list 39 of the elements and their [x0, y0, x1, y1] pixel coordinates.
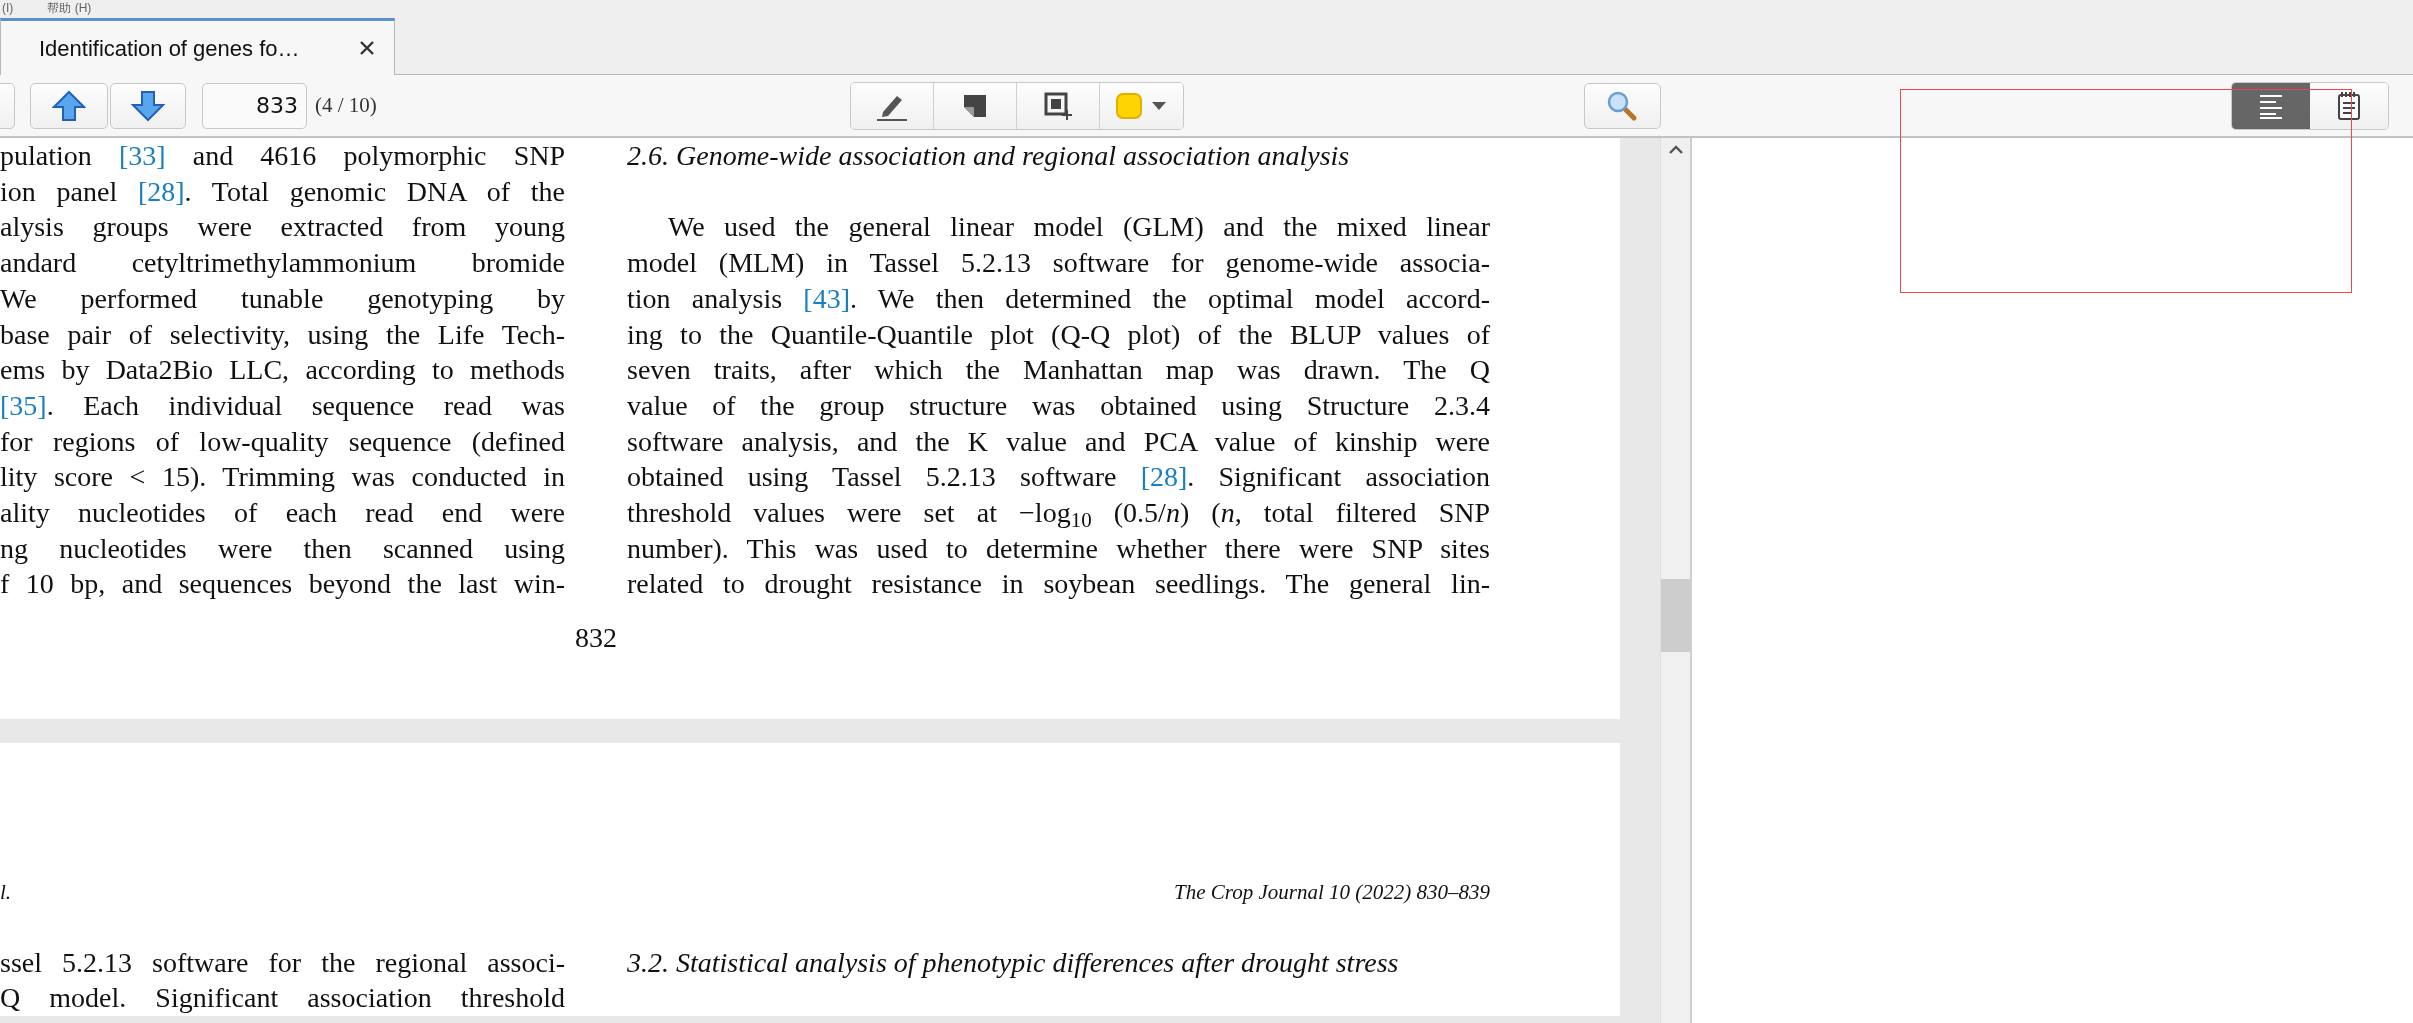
- note-icon: [961, 92, 988, 119]
- menu-item[interactable]: 帮助 (H): [47, 0, 92, 16]
- section-heading: 3.2. Statistical analysis of phenotypic differences after drought stress: [627, 945, 1400, 980]
- paragraph: We used the general linear model (GLM) and the mixed linear model (MLM) in Tassel 5.2.13 software for genome-wide associa- tion analysis [43]. We then determined the optimal model accord- ing to the Quantile-Quantile plot (Q-Q plot) of the BLUP values of seven traits, after which the Manhattan map was drawn. The Q value of the group structure was obtained using Structure 2.3.4 software analysis, and the K value and PCA value of kinship were obtained using Tassel 5.2.13 software [28]. Significant association threshold values were set at −log$_{10}$ (0.5/n) (n, total filtered SNP number). This was used to determine whether there were SNP sites related to drought resistance in soybean seedlings. The general lin-: [627, 210, 1490, 602]
- citation-link[interactable]: [28]: [1140, 461, 1188, 493]
- color-swatch-icon: [1115, 91, 1144, 120]
- scrollbar-thumb[interactable]: [1661, 579, 1690, 652]
- highlight-button[interactable]: [850, 82, 934, 129]
- previous-page-button[interactable]: [30, 82, 108, 129]
- note-button[interactable]: [933, 82, 1017, 129]
- scroll-up-icon[interactable]: [1667, 144, 1684, 154]
- view-mode-button[interactable]: [2309, 82, 2388, 129]
- close-icon[interactable]: [358, 39, 376, 57]
- paragraph: pulation [33] and 4616 polymorphic SNP ion panel [28]. Total genomic DNA of the alysis groups were extracted from young andard cetyltrimethylammonium bromide We performed tunable genotyping by base pair of selectivity, using the Life Tech- ems by Data2Bio LLC, according to methods [35]. Each individual sequence read was for regions of low-quality sequence (defined lity score < 15). Trimming was conducted in ality nucleotides of each read end were ng nucleotides were then scanned using f 10 bp, and sequences beyond the last win-: [0, 139, 565, 602]
- area-button[interactable]: [1016, 82, 1100, 129]
- section-heading: 2.6. Genome-wide association and regional association analysis: [627, 139, 1351, 173]
- tab-title: Identification of genes fo…: [39, 34, 300, 63]
- search-button[interactable]: [1583, 82, 1661, 129]
- caret-icon: [1151, 100, 1168, 111]
- journal-header: The Crop Journal 10 (2022) 830–839: [1174, 878, 1490, 906]
- up-arrow-icon: [52, 89, 86, 122]
- document-tab[interactable]: Identification of genes fo…: [0, 18, 395, 75]
- citation-link[interactable]: [28]: [137, 175, 185, 207]
- page-number: 832: [575, 622, 617, 654]
- next-page-button[interactable]: [110, 82, 186, 129]
- page-count: (4 / 10): [315, 91, 377, 119]
- citation-link[interactable]: [35]: [0, 389, 47, 421]
- search-icon: [1606, 89, 1639, 122]
- color-picker-button[interactable]: [1099, 82, 1183, 129]
- running-header: l.: [0, 878, 12, 906]
- view-mode-button[interactable]: [2231, 82, 2310, 129]
- citation-link[interactable]: [33]: [118, 140, 166, 171]
- menu-item[interactable]: (I): [2, 0, 14, 16]
- citation-link[interactable]: [43]: [803, 282, 850, 314]
- paragraph: ssel 5.2.13 software for the regional associ- Q model. Significant association threshold: [0, 945, 565, 1016]
- square-plus-icon: [1042, 90, 1073, 121]
- page-number-field[interactable]: 833: [202, 82, 307, 129]
- scrollbar[interactable]: [1660, 138, 1692, 1023]
- down-arrow-icon: [131, 89, 165, 122]
